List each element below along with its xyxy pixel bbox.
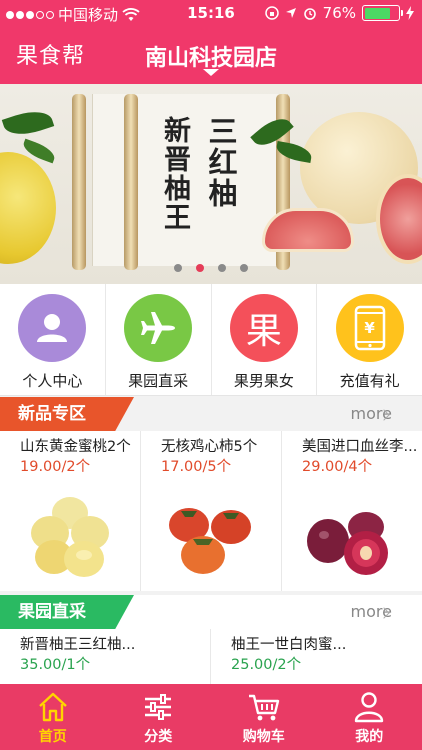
product-card[interactable]: 新晋柚王三红柚... 35.00/1个 xyxy=(0,629,211,684)
plum-image xyxy=(307,512,388,575)
product-name: 美国进口血丝李... xyxy=(302,439,418,455)
tab-categories[interactable]: 分类 xyxy=(106,684,212,750)
charging-icon xyxy=(406,6,414,20)
alarm-icon xyxy=(303,8,316,20)
product-card[interactable]: 美国进口血丝李... 29.00/4个 xyxy=(282,431,422,591)
product-price: 19.00/2个 xyxy=(20,459,91,475)
quick-nav-label: 果园直采 xyxy=(128,372,189,390)
orchard-list: 新晋柚王三红柚... 35.00/1个 柚王一世白肉蜜... 25.00/2个 xyxy=(0,629,422,684)
guo-character-icon: 果 xyxy=(229,294,298,362)
sliders-icon xyxy=(145,694,172,720)
product-name: 无核鸡心柿5个 xyxy=(161,439,258,455)
quick-nav-label: 充值有礼 xyxy=(339,372,400,390)
scroll-roller xyxy=(124,94,138,270)
banner-page-indicator[interactable] xyxy=(174,264,248,272)
tab-label: 购物车 xyxy=(242,729,285,745)
product-price: 35.00/1个 xyxy=(20,657,91,673)
store-selector[interactable]: 南山科技园店 xyxy=(0,40,422,72)
quick-nav: 个人中心 果园直采 果 果男果女 ¥ 充值有礼 xyxy=(0,284,422,396)
tab-label: 我的 xyxy=(355,729,384,745)
product-card[interactable]: 山东黄金蜜桃2个 19.00/2个 xyxy=(0,431,141,591)
battery-fill xyxy=(364,7,390,19)
status-right: 76% xyxy=(264,4,414,22)
quick-nav-profile[interactable]: 个人中心 xyxy=(0,284,106,395)
banner-page-dot[interactable] xyxy=(218,264,226,272)
product-card[interactable]: 无核鸡心柿5个 17.00/5个 xyxy=(141,431,282,591)
tab-label: 首页 xyxy=(38,729,67,745)
product-name: 山东黄金蜜桃2个 xyxy=(20,439,131,455)
battery-icon xyxy=(362,5,403,21)
phone-yen-icon: ¥ xyxy=(335,294,404,362)
pomelo-slice-image xyxy=(262,208,354,252)
chevron-down-icon[interactable] xyxy=(203,69,219,76)
quick-nav-label: 个人中心 xyxy=(22,372,83,390)
cart-icon xyxy=(248,694,279,721)
peach-image xyxy=(31,497,109,577)
banner-page-dot[interactable] xyxy=(240,264,248,272)
banner-headline: 三红柚 xyxy=(204,116,238,209)
scroll-roller xyxy=(72,94,86,270)
quick-nav-fruit-people[interactable]: 果 果男果女 xyxy=(212,284,318,395)
banner-page-dot[interactable] xyxy=(196,264,204,272)
battery-percent: 76% xyxy=(322,4,356,22)
rotation-lock-icon xyxy=(264,6,279,20)
product-price: 17.00/5个 xyxy=(161,459,232,475)
new-products-list: 山东黄金蜜桃2个 19.00/2个 无核鸡心柿5个 17.00/5个 美国进口血… xyxy=(0,431,422,591)
home-icon xyxy=(38,692,67,722)
user-outline-icon xyxy=(355,692,384,723)
airplane-icon xyxy=(124,294,193,362)
leaf-decoration xyxy=(1,105,55,141)
bottom-tab-bar: 首页 分类 购物车 我的 xyxy=(0,684,422,750)
tab-cart[interactable]: 购物车 xyxy=(211,684,317,750)
product-price: 25.00/2个 xyxy=(231,657,302,673)
pomelo-left-image xyxy=(0,152,56,264)
quick-nav-orchard[interactable]: 果园直采 xyxy=(106,284,212,395)
yen-glyph: ¥ xyxy=(364,319,375,337)
tab-label: 分类 xyxy=(144,729,173,745)
tab-profile[interactable]: 我的 xyxy=(317,684,422,750)
user-icon xyxy=(18,294,87,362)
new-products-title: 新品专区 xyxy=(0,397,134,431)
product-card[interactable]: 柚王一世白肉蜜... 25.00/2个 xyxy=(211,629,422,684)
quick-nav-label: 果男果女 xyxy=(233,372,294,390)
guo-glyph: 果 xyxy=(245,311,282,352)
banner-subheadline: 新晋柚王 xyxy=(159,116,190,232)
banner-page-dot[interactable] xyxy=(174,264,182,272)
orchard-title: 果园直采 xyxy=(0,595,134,629)
product-name: 柚王一世白肉蜜... xyxy=(231,637,347,653)
top-bar: 中国移动 15:16 76% 果食帮 南山科技园店 xyxy=(0,0,422,84)
status-bar: 中国移动 15:16 76% xyxy=(0,0,422,28)
product-name: 新晋柚王三红柚... xyxy=(20,637,136,653)
tab-home[interactable]: 首页 xyxy=(0,684,106,750)
product-price: 29.00/4个 xyxy=(302,459,373,475)
app-screen: 中国移动 15:16 76% 果食帮 南山科技园店 三红柚 新晋柚王 个人中心 … xyxy=(0,0,422,750)
persimmon-image xyxy=(169,508,251,574)
promo-banner[interactable]: 三红柚 新晋柚王 xyxy=(0,84,422,284)
quick-nav-recharge[interactable]: ¥ 充值有礼 xyxy=(317,284,422,395)
location-icon xyxy=(285,8,296,18)
